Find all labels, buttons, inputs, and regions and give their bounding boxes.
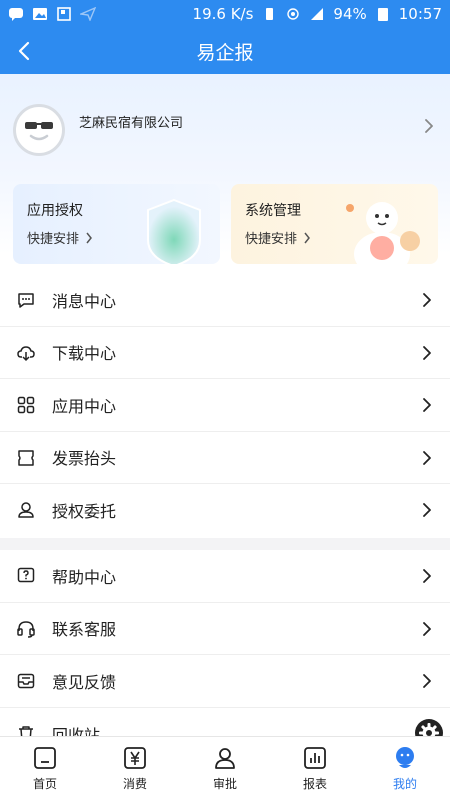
headset-icon — [17, 620, 35, 638]
report-icon — [304, 747, 326, 769]
menu-item-label: 意见反馈 — [52, 672, 117, 692]
chevron-right-icon — [304, 232, 310, 243]
apps-grid-icon — [17, 396, 35, 414]
mascot-illustration-icon — [346, 202, 420, 264]
image-notification-icon — [33, 8, 47, 20]
cloud-download-icon — [17, 345, 35, 361]
tab-approval[interactable]: 审批 — [180, 737, 270, 800]
menu-item-label: 帮助中心 — [52, 567, 117, 587]
menu-item-label: 应用中心 — [52, 396, 117, 416]
user-icon — [18, 502, 34, 518]
approve-icon — [215, 748, 235, 769]
home-icon — [34, 747, 56, 769]
tab-home[interactable]: 首页 — [0, 737, 90, 800]
app-bar: 易企报 — [0, 28, 450, 74]
menu-item-download-center[interactable]: 下载中心 — [0, 327, 450, 379]
card-title: 应用授权 — [27, 203, 83, 219]
hotspot-icon — [287, 8, 300, 20]
menu-item-label: 下载中心 — [52, 344, 117, 364]
avatar[interactable] — [13, 104, 65, 156]
menu-item-label: 授权委托 — [52, 502, 117, 522]
section-divider — [0, 538, 450, 550]
tab-mine[interactable]: 我的 — [360, 737, 450, 800]
sim-notification-icon — [57, 7, 71, 21]
system-management-card[interactable]: 系统管理 快捷安排 — [231, 184, 438, 264]
menu-group-secondary: 帮助中心 联系客服 意见反馈 回收站 — [0, 550, 450, 760]
help-icon — [17, 567, 35, 583]
menu-item-invoice-header[interactable]: 发票抬头 — [0, 432, 450, 484]
tab-consumption[interactable]: 消费 — [90, 737, 180, 800]
message-icon — [18, 293, 34, 308]
chevron-right-icon — [423, 293, 431, 307]
chevron-right-icon — [425, 119, 433, 133]
yen-icon — [124, 747, 146, 769]
card-subtitle-text: 快捷安排 — [245, 232, 298, 247]
chevron-right-icon — [423, 569, 431, 583]
shield-illustration-icon — [147, 198, 201, 264]
menu-item-message-center[interactable]: 消息中心 — [0, 274, 450, 327]
tab-label: 审批 — [212, 777, 237, 791]
vibrate-icon — [266, 8, 274, 20]
chevron-right-icon — [423, 398, 431, 412]
chevron-right-icon — [423, 450, 431, 465]
profile-icon — [396, 747, 414, 768]
menu-item-label: 消息中心 — [52, 291, 117, 311]
card-title: 系统管理 — [245, 203, 301, 219]
sunglasses-face-icon — [25, 122, 53, 141]
tab-label: 我的 — [392, 777, 417, 791]
battery-level: 94% — [333, 5, 367, 23]
chevron-right-icon — [423, 621, 431, 636]
page-title: 易企报 — [196, 41, 254, 64]
invoice-icon — [18, 449, 34, 466]
tab-report[interactable]: 报表 — [270, 737, 360, 800]
tab-label: 首页 — [32, 777, 57, 791]
back-arrow-icon[interactable] — [12, 38, 38, 64]
signal-icon — [311, 8, 324, 20]
profile-row[interactable]: 芝麻民宿有限公司 — [0, 96, 450, 166]
clock: 10:57 — [398, 5, 442, 23]
feedback-icon — [17, 673, 35, 689]
menu-item-authorization[interactable]: 授权委托 — [0, 484, 450, 537]
menu-group-primary: 消息中心 下载中心 应用中心 发票抬头 授权委托 — [0, 274, 450, 537]
bottom-tab-bar: 首页 消费 审批 报表 我的 — [0, 736, 450, 800]
menu-item-app-center[interactable]: 应用中心 — [0, 379, 450, 432]
network-speed: 19.6 K/s — [192, 5, 254, 23]
company-name: 芝麻民宿有限公司 — [79, 116, 184, 131]
chevron-right-icon — [423, 674, 431, 688]
menu-item-feedback[interactable]: 意见反馈 — [0, 655, 450, 708]
chevron-right-icon — [423, 503, 431, 517]
status-bar: 19.6 K/s 94% 10:57 — [0, 0, 450, 28]
chevron-right-icon — [423, 345, 431, 360]
menu-item-label: 联系客服 — [52, 620, 117, 640]
card-subtitle-text: 快捷安排 — [27, 232, 80, 247]
chat-notification-icon — [9, 8, 23, 21]
menu-item-label: 发票抬头 — [52, 449, 117, 469]
send-notification-icon — [80, 7, 96, 21]
menu-item-help-center[interactable]: 帮助中心 — [0, 550, 450, 603]
card-subtitle: 快捷安排 — [245, 228, 311, 247]
tab-label: 消费 — [122, 777, 147, 791]
card-subtitle: 快捷安排 — [27, 228, 93, 247]
app-authorization-card[interactable]: 应用授权 快捷安排 — [13, 184, 220, 264]
menu-item-customer-service[interactable]: 联系客服 — [0, 603, 450, 655]
chevron-right-icon — [86, 232, 92, 243]
battery-icon — [377, 8, 388, 21]
tab-label: 报表 — [302, 777, 327, 791]
